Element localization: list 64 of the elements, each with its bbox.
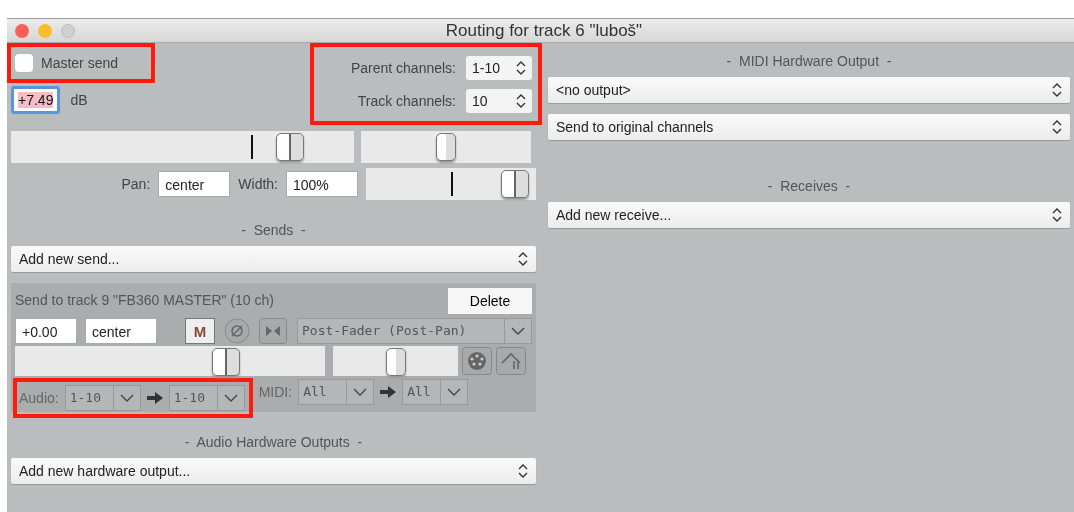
pan-field[interactable]: center (158, 171, 231, 197)
channels-label: Track channels: (357, 92, 456, 109)
slider-thumb[interactable] (275, 133, 304, 161)
minimize-button[interactable] (38, 23, 52, 38)
volume-slider[interactable] (11, 131, 354, 163)
send-pan-field[interactable]: center (85, 318, 157, 344)
slider-thumb[interactable] (212, 348, 241, 376)
send-volume-field[interactable]: +0.00 (15, 318, 77, 344)
channels-label: Parent channels: (350, 59, 456, 76)
volume-field[interactable]: +7.49 (11, 86, 61, 114)
up-down-chevron-icon (1052, 82, 1062, 98)
midi-destination-dropdown[interactable]: All (402, 379, 469, 405)
master-send-label: Master send (41, 55, 119, 71)
section-heading: - MIDI Hardware Output - (725, 53, 893, 69)
slider-thumb[interactable] (500, 170, 529, 198)
section-heading: - Sends - (240, 222, 307, 238)
mute-button[interactable]: M (185, 318, 215, 344)
checkbox[interactable] (15, 54, 33, 72)
delete-button[interactable]: Delete (448, 288, 532, 314)
phase-invert-icon[interactable] (223, 318, 251, 344)
mono-stereo-icon[interactable] (259, 318, 287, 344)
send-pan-slider[interactable] (333, 346, 458, 376)
chevron-down-icon (447, 388, 462, 396)
slider-thumb[interactable] (436, 133, 456, 161)
up-down-chevron-icon (518, 463, 528, 479)
add-send-dropdown[interactable]: Add new send... (11, 246, 536, 272)
window-title: Routing for track 6 "luboš" (445, 20, 644, 41)
arrow-icon (380, 386, 397, 398)
zoom-button[interactable] (61, 23, 75, 38)
chevron-down-icon (353, 388, 368, 396)
width-slider[interactable] (366, 168, 536, 200)
channels-dropdown[interactable]: 1-10 (466, 55, 532, 80)
chevron-down-icon (511, 327, 525, 335)
chevron-down-icon (119, 394, 134, 402)
add-hardware-output-dropdown[interactable]: Add new hardware output... (11, 458, 536, 484)
audio-source-dropdown[interactable]: 1-10 (64, 385, 141, 411)
add-receive-dropdown[interactable]: Add new receive... (548, 202, 1070, 228)
midi-connector-icon[interactable] (462, 347, 492, 375)
width-field[interactable]: 100% (286, 171, 358, 197)
section-heading: - Receives - (766, 178, 852, 194)
midi-label: MIDI: (258, 384, 293, 400)
up-down-chevron-icon (1052, 119, 1062, 135)
midi-channel-dropdown[interactable]: Send to original channels (548, 114, 1070, 140)
midi-source-dropdown[interactable]: All (298, 379, 375, 405)
channels-dropdown[interactable]: 10 (466, 88, 532, 113)
width-label: Width: (238, 176, 278, 192)
audio-label: Audio: (19, 390, 59, 406)
up-down-chevron-icon (518, 251, 528, 267)
up-down-chevron-icon (516, 92, 526, 109)
slider-thumb[interactable] (385, 348, 406, 376)
up-down-chevron-icon (1052, 207, 1062, 223)
send-volume-slider[interactable] (15, 346, 325, 376)
pan-label: Pan: (121, 176, 151, 192)
audio-destination-dropdown[interactable]: 1-10 (168, 385, 245, 411)
section-heading: - Audio Hardware Outputs - (183, 434, 364, 450)
arrow-icon (146, 392, 163, 404)
send-mode-dropdown[interactable]: Post-Fader (Post-Pan) (297, 318, 532, 344)
close-button[interactable] (15, 23, 29, 38)
pan-slider[interactable] (361, 131, 531, 163)
unit-label: dB (70, 92, 88, 108)
midi-output-dropdown[interactable]: <no output> (548, 77, 1070, 103)
up-down-chevron-icon (516, 59, 526, 76)
send-title: Send to track 9 "FB360 MASTER" (10 ch) (15, 292, 274, 308)
chevron-down-icon (223, 394, 238, 402)
